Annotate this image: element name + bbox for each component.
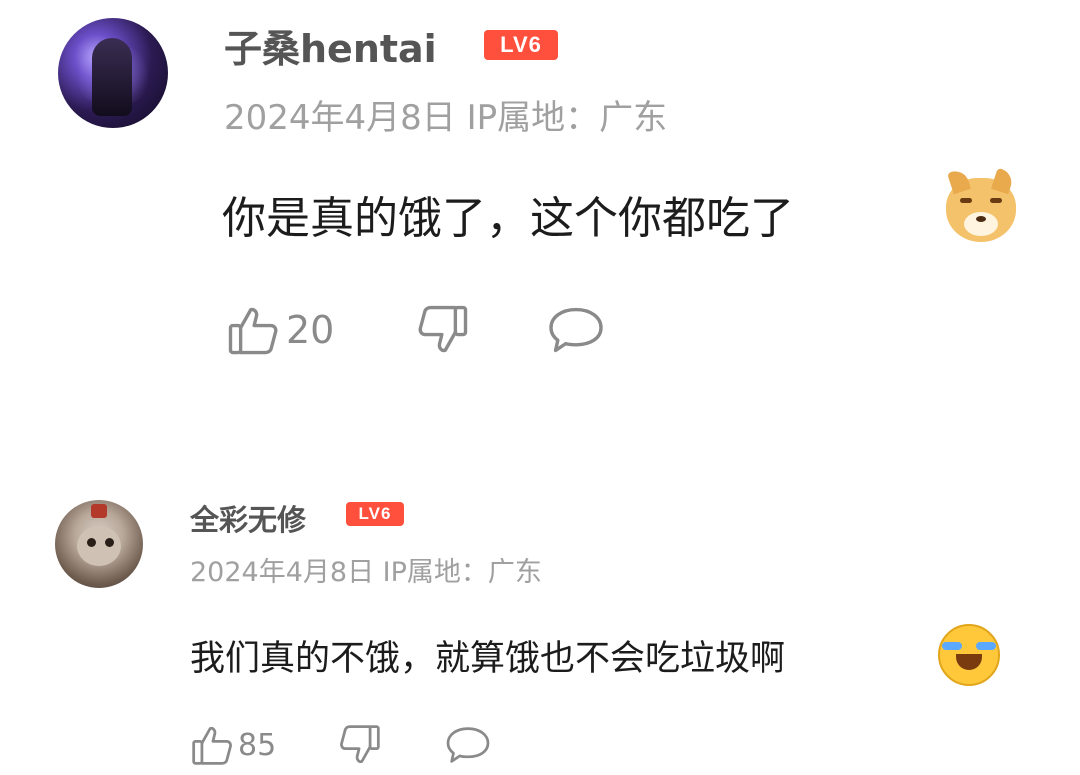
comment-bubble-icon	[549, 307, 604, 353]
mouth	[956, 654, 982, 670]
avatar-hat	[91, 504, 107, 518]
level-badge: LV6	[346, 502, 404, 526]
comment-meta: 2024年4月8日 IP属地：广东	[224, 98, 668, 138]
avatar[interactable]	[58, 18, 168, 128]
thumbs-up-icon	[228, 307, 278, 355]
comment-actions: 85	[190, 722, 492, 768]
username[interactable]: 子桑hentai	[224, 18, 437, 73]
laugh-cry-emoji	[938, 624, 1000, 686]
reply-button[interactable]	[444, 725, 492, 765]
like-count: 20	[286, 308, 335, 352]
avatar-eye	[87, 538, 96, 547]
tear	[942, 642, 962, 650]
doge-ear	[991, 167, 1015, 195]
doge-eye	[990, 198, 1002, 203]
doge-eye	[960, 198, 972, 203]
doge-nose	[976, 216, 986, 222]
comment-text: 我们真的不饿，就算饿也不会吃垃圾啊	[190, 639, 786, 679]
comment-text: 你是真的饿了，这个你都吃了	[222, 193, 794, 244]
doge-emoji	[946, 167, 1016, 242]
reply-button[interactable]	[546, 305, 606, 355]
dislike-button[interactable]	[338, 722, 382, 768]
doge-ear	[947, 167, 971, 195]
avatar[interactable]	[55, 500, 143, 588]
like-button[interactable]: 20	[226, 302, 334, 358]
thumbs-up-icon	[192, 726, 232, 765]
comment-actions: 20	[226, 302, 606, 358]
dislike-button[interactable]	[416, 302, 470, 358]
tear	[976, 642, 996, 650]
thumbs-down-icon	[418, 305, 468, 353]
comment-item-2: 全彩无修 LV6 2024年4月8日 IP属地：广东 我们真的不饿，就算饿也不会…	[0, 470, 1080, 775]
like-count: 85	[238, 727, 277, 763]
avatar-eye	[105, 538, 114, 547]
username[interactable]: 全彩无修	[190, 497, 306, 539]
avatar-figure	[92, 38, 132, 116]
comment-meta: 2024年4月8日 IP属地：广东	[190, 557, 542, 588]
avatar-face	[77, 526, 121, 566]
level-badge: LV6	[484, 30, 558, 60]
like-button[interactable]: 85	[190, 722, 276, 768]
comment-item-1: 子桑hentai LV6 2024年4月8日 IP属地：广东 你是真的饿了，这个…	[0, 0, 1080, 420]
comment-bubble-icon	[446, 727, 490, 763]
thumbs-down-icon	[340, 725, 380, 764]
